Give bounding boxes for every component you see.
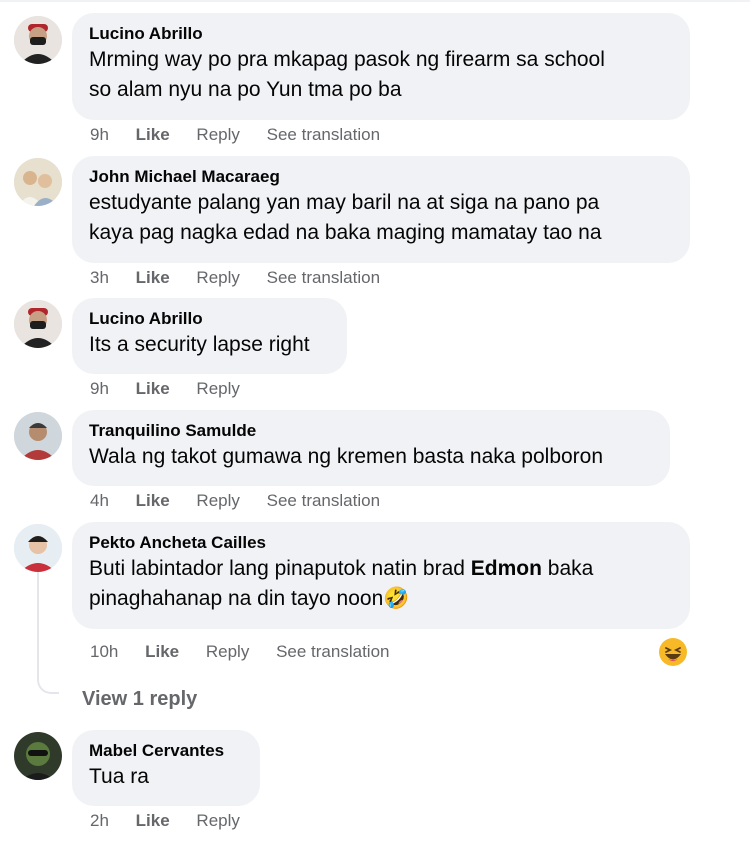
like-button[interactable]: Like: [136, 379, 170, 399]
avatar-pekto-ancheta-cailles[interactable]: [14, 524, 62, 572]
comments-section: Lucino Abrillo Mrming way po pra mkapag …: [0, 0, 750, 844]
reply-button[interactable]: Reply: [196, 125, 239, 145]
reply-button[interactable]: Reply: [196, 491, 239, 511]
comment-text-line: Buti labintador lang pinaputok natin bra…: [89, 554, 672, 584]
comment-bubble: Lucino Abrillo Mrming way po pra mkapag …: [72, 13, 690, 120]
comment-text-segment: pinaghahanap na din tayo noon: [89, 587, 384, 610]
comment-text-line: so alam nyu na po Yun tma po ba: [89, 78, 402, 101]
comment-actions: 10h Like Reply See translation: [90, 642, 411, 662]
see-translation-link[interactable]: See translation: [267, 268, 380, 288]
comment-author[interactable]: Pekto Ancheta Cailles: [89, 532, 672, 554]
like-button[interactable]: Like: [145, 642, 179, 662]
see-translation-link[interactable]: See translation: [267, 125, 380, 145]
reply-thread-line: [37, 572, 59, 694]
see-translation-link[interactable]: See translation: [267, 491, 380, 511]
comment-actions: 9h Like Reply: [90, 379, 262, 399]
comment-text-line: estudyante palang yan may baril na at si…: [89, 191, 600, 214]
comment-actions: 3h Like Reply See translation: [90, 268, 402, 288]
avatar-person-icon: [14, 16, 62, 64]
comment-bubble: Pekto Ancheta Cailles Buti labintador la…: [72, 522, 690, 629]
comment-bubble: Lucino Abrillo Its a security lapse righ…: [72, 298, 347, 374]
comment-bubble: John Michael Macaraeg estudyante palang …: [72, 156, 690, 263]
comment-author[interactable]: John Michael Macaraeg: [89, 166, 672, 188]
top-divider: [0, 0, 750, 2]
comment-author[interactable]: Tranquilino Samulde: [89, 420, 652, 442]
reply-button[interactable]: Reply: [196, 379, 239, 399]
mention-link[interactable]: Edmon: [471, 557, 542, 580]
comment-text-line: pinaghahanap na din tayo noon🤣: [89, 584, 672, 614]
avatar-group-photo-icon: [14, 158, 62, 206]
comment-text-segment: Buti labintador lang pinaputok natin bra…: [89, 557, 471, 580]
comment-text-segment: baka: [541, 557, 594, 580]
comment-text-line: Wala ng takot gumawa ng kremen basta nak…: [89, 445, 604, 468]
avatar-person-icon: [14, 732, 62, 780]
like-button[interactable]: Like: [136, 125, 170, 145]
reply-button[interactable]: Reply: [196, 268, 239, 288]
comment-time[interactable]: 3h: [90, 268, 109, 288]
avatar-john-michael-macaraeg[interactable]: [14, 158, 62, 206]
avatar-person-icon: [14, 300, 62, 348]
comment-author[interactable]: Mabel Cervantes: [89, 740, 242, 762]
comment-time[interactable]: 4h: [90, 491, 109, 511]
comment-time[interactable]: 10h: [90, 642, 118, 662]
comment-actions: 4h Like Reply See translation: [90, 491, 402, 511]
reply-button[interactable]: Reply: [206, 642, 249, 662]
comment-bubble: Tranquilino Samulde Wala ng takot gumawa…: [72, 410, 670, 486]
comment-text-line: kaya pag nagka edad na baka maging mamat…: [89, 221, 602, 244]
rolling-laughing-emoji-icon: 🤣: [383, 587, 410, 610]
comment-time[interactable]: 9h: [90, 125, 109, 145]
comment-actions: 9h Like Reply See translation: [90, 125, 402, 145]
comment-author[interactable]: Lucino Abrillo: [89, 23, 672, 45]
like-button[interactable]: Like: [136, 811, 170, 831]
view-replies-link[interactable]: View 1 reply: [82, 688, 197, 711]
like-button[interactable]: Like: [136, 268, 170, 288]
comment-bubble: Mabel Cervantes Tua ra: [72, 730, 260, 806]
comment-time[interactable]: 2h: [90, 811, 109, 831]
comment-text-line: Its a security lapse right: [89, 333, 310, 356]
avatar-mabel-cervantes[interactable]: [14, 732, 62, 780]
see-translation-link[interactable]: See translation: [276, 642, 389, 662]
haha-reaction-icon[interactable]: [658, 637, 688, 667]
comment-time[interactable]: 9h: [90, 379, 109, 399]
comment-text-line: Mrming way po pra mkapag pasok ng firear…: [89, 48, 605, 71]
like-button[interactable]: Like: [136, 491, 170, 511]
avatar-person-icon: [14, 412, 62, 460]
comment-text-line: Tua ra: [89, 765, 149, 788]
comment-author[interactable]: Lucino Abrillo: [89, 308, 329, 330]
avatar-lucino-abrillo[interactable]: [14, 16, 62, 64]
avatar-person-icon: [14, 524, 62, 572]
avatar-tranquilino-samulde[interactable]: [14, 412, 62, 460]
reply-button[interactable]: Reply: [196, 811, 239, 831]
avatar-lucino-abrillo[interactable]: [14, 300, 62, 348]
comment-actions: 2h Like Reply: [90, 811, 262, 831]
